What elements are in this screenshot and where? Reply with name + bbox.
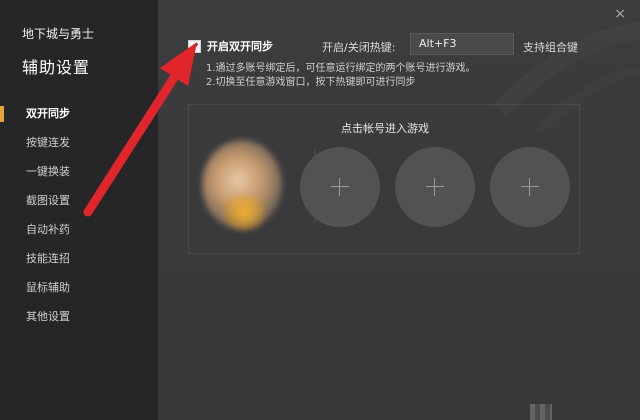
sidebar: 地下城与勇士 辅助设置 双开同步 按键连发 一键换装 截图设置 自动补药 技能连… [0, 0, 158, 420]
sidebar-item-other-settings[interactable]: 其他设置 [0, 307, 158, 336]
hotkey-label: 开启/关闭热键: [322, 41, 396, 54]
avatar-glow [222, 195, 267, 230]
dual-sync-checkbox[interactable] [188, 39, 201, 53]
dual-sync-toggle[interactable]: 开启双开同步 [188, 38, 273, 54]
account-panel-title: 点击帐号进入游戏 [341, 122, 429, 135]
add-account-slot[interactable] [490, 147, 570, 227]
sidebar-item-skill-combo[interactable]: 技能连招 [0, 249, 158, 278]
sidebar-item-screenshot[interactable]: 截图设置 [0, 191, 158, 220]
tip-line-2: 2.切换至任意游戏窗口，按下热键即可进行同步 [206, 77, 416, 88]
sidebar-item-auto-potion[interactable]: 自动补药 [0, 220, 158, 249]
plus-icon [339, 178, 340, 196]
plus-icon [426, 186, 444, 187]
plus-icon [521, 186, 539, 187]
plus-icon [331, 186, 349, 187]
pixelated-watermark [530, 404, 552, 420]
tip-line-1: 1.通过多账号绑定后，可任意运行绑定的两个账号进行游戏。 [206, 63, 476, 74]
app-title: 地下城与勇士 [22, 27, 95, 41]
dual-sync-label: 开启双开同步 [207, 40, 273, 53]
sidebar-menu: 双开同步 按键连发 一键换装 截图设置 自动补药 技能连招 鼠标辅助 其他设置 [0, 104, 158, 336]
plus-icon [434, 178, 435, 196]
section-title: 辅助设置 [22, 58, 91, 77]
sidebar-item-key-repeat[interactable]: 按键连发 [0, 133, 158, 162]
sync-tips: 1.通过多账号绑定后，可任意运行绑定的两个账号进行游戏。 2.切换至任意游戏窗口… [206, 62, 476, 90]
checkmark-icon [190, 42, 199, 50]
sidebar-item-mouse-assist[interactable]: 鼠标辅助 [0, 278, 158, 307]
sidebar-item-outfit-swap[interactable]: 一键换装 [0, 162, 158, 191]
combo-key-label: 支持组合键 [523, 41, 578, 54]
add-account-slot[interactable] [300, 147, 380, 227]
add-account-slot[interactable] [395, 147, 475, 227]
close-icon[interactable]: × [614, 6, 626, 22]
sidebar-item-dual-sync[interactable]: 双开同步 [0, 104, 158, 133]
plus-icon [529, 178, 530, 196]
hotkey-input[interactable]: Alt+F3 [410, 33, 514, 55]
